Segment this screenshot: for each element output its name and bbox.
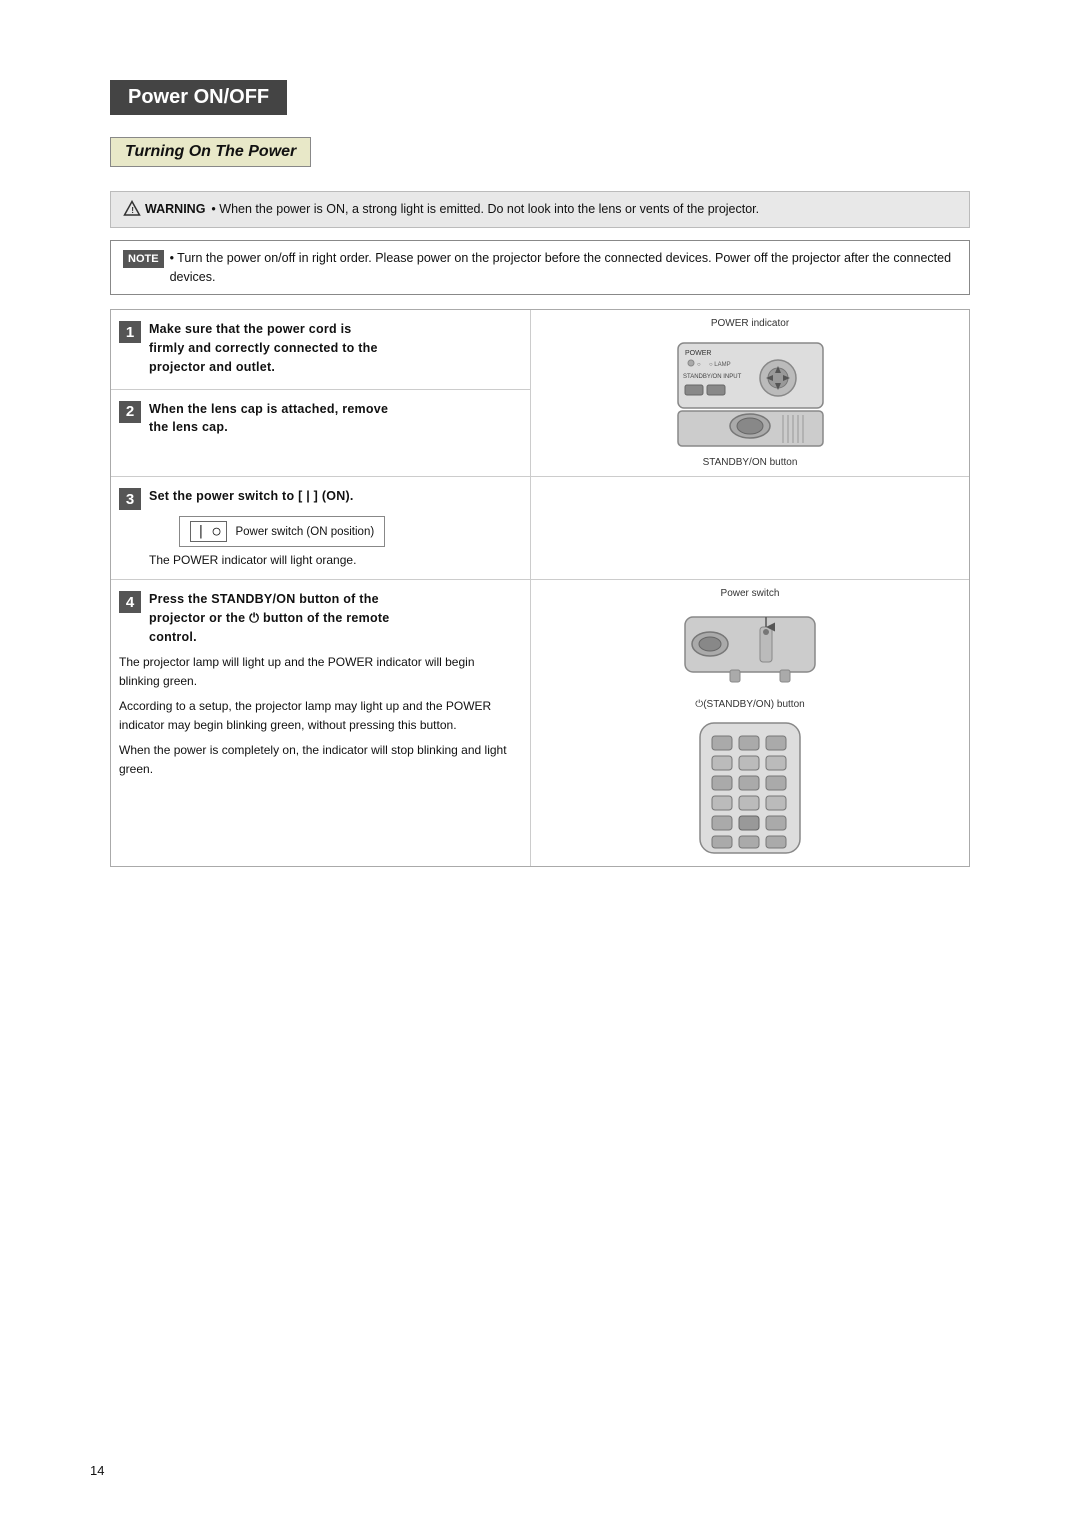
svg-text:○ LAMP: ○ LAMP: [709, 362, 731, 368]
power-switch-label: Power switch: [721, 588, 780, 599]
svg-text:!: !: [131, 206, 134, 215]
svg-text:POWER: POWER: [685, 350, 711, 357]
projector-top-diagram: POWER ○ ○ LAMP STANDBY/ON INPUT: [673, 333, 828, 453]
svg-text:○: ○: [697, 362, 701, 368]
warning-text: • When the power is ON, a strong light i…: [211, 200, 759, 219]
warning-icon: !: [123, 200, 141, 218]
step-1-number: 1: [119, 321, 141, 343]
step-1-header: 1 Make sure that the power cord isfirmly…: [119, 320, 518, 376]
step-4-detail-1: The projector lamp will light up and the…: [119, 653, 518, 691]
section-title: Power ON/OFF: [110, 80, 287, 115]
remote-control-diagram: [690, 718, 810, 858]
switch-position-label: Power switch (ON position): [235, 526, 374, 538]
standby-on-button-remote-label: ⏻(STANDBY/ON) button: [695, 699, 804, 710]
step-4-text: Press the STANDBY/ON button of theprojec…: [149, 590, 389, 646]
step-3-text: Set the power switch to [ | ] (ON).: [149, 487, 354, 506]
step-3-number: 3: [119, 488, 141, 510]
step-4-detail-2: According to a setup, the projector lamp…: [119, 697, 518, 735]
step-2-header: 2 When the lens cap is attached, removet…: [119, 400, 518, 438]
step-4-detail-3: When the power is completely on, the ind…: [119, 741, 518, 779]
page-number: 14: [90, 1463, 104, 1478]
warning-box: ! WARNING • When the power is ON, a stro…: [110, 191, 970, 228]
subsection-title: Turning On The Power: [110, 137, 311, 167]
switch-icon: | ○: [190, 521, 227, 542]
step-2-number: 2: [119, 401, 141, 423]
note-label: NOTE: [123, 250, 164, 269]
step-4-number: 4: [119, 591, 141, 613]
power-indicator-label: POWER indicator: [711, 318, 789, 329]
step-1-text: Make sure that the power cord isfirmly a…: [149, 320, 378, 376]
standby-on-button-label: STANDBY/ON button: [703, 457, 798, 468]
step-3-header: 3 Set the power switch to [ | ] (ON).: [119, 487, 518, 510]
warning-label: ! WARNING: [123, 200, 205, 219]
note-box: NOTE • Turn the power on/off in right or…: [110, 240, 970, 296]
steps-area: 1 Make sure that the power cord isfirmly…: [110, 309, 970, 867]
step-2-text: When the lens cap is attached, removethe…: [149, 400, 388, 438]
power-switch-diagram: | ○ Power switch (ON position): [179, 516, 385, 547]
step-3-detail: The POWER indicator will light orange.: [119, 551, 518, 569]
projector-side-diagram: [680, 607, 820, 687]
note-text: • Turn the power on/off in right order. …: [170, 249, 957, 287]
step-4-header: 4 Press the STANDBY/ON button of theproj…: [119, 590, 518, 646]
svg-text:STANDBY/ON INPUT: STANDBY/ON INPUT: [683, 374, 742, 380]
